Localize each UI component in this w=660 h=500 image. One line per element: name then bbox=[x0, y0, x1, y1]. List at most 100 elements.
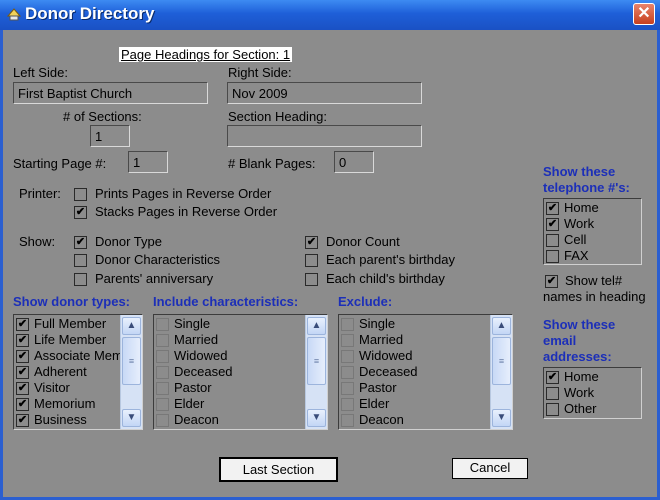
characteristic-item[interactable]: Widowed bbox=[154, 348, 305, 364]
exclude-item[interactable]: Single bbox=[339, 316, 490, 332]
item-checkbox[interactable] bbox=[156, 366, 169, 379]
characteristic-item[interactable]: Elder bbox=[154, 396, 305, 412]
donor-count-checkbox[interactable] bbox=[305, 236, 318, 249]
email-item[interactable]: Work bbox=[544, 385, 641, 401]
parents-anniversary-checkbox[interactable] bbox=[74, 273, 87, 286]
parent-birthday-checkbox[interactable] bbox=[305, 254, 318, 267]
left-side-field[interactable]: First Baptist Church bbox=[13, 82, 208, 104]
item-label: Home bbox=[564, 369, 599, 384]
item-label: Work bbox=[564, 385, 595, 400]
reverse-print-checkbox[interactable] bbox=[74, 188, 87, 201]
item-checkbox[interactable] bbox=[156, 318, 169, 331]
item-checkbox[interactable] bbox=[341, 398, 354, 411]
characteristic-item[interactable]: Married bbox=[154, 332, 305, 348]
item-checkbox[interactable] bbox=[546, 387, 559, 400]
donor-type-item[interactable]: Full Member bbox=[14, 316, 120, 332]
item-checkbox[interactable] bbox=[156, 350, 169, 363]
scroll-thumb[interactable]: ≡ bbox=[492, 337, 511, 385]
telephone-item[interactable]: Cell bbox=[544, 232, 641, 248]
characteristic-item[interactable]: Single bbox=[154, 316, 305, 332]
donor-type-checkbox[interactable] bbox=[74, 236, 87, 249]
exclude-list[interactable]: Single Married Widowed Deceased Pastor Elder D… bbox=[338, 314, 513, 430]
scroll-thumb[interactable]: ≡ bbox=[307, 337, 326, 385]
printer-label: Printer: bbox=[19, 186, 61, 201]
child-birthday-checkbox[interactable] bbox=[305, 273, 318, 286]
reverse-stack-checkbox[interactable] bbox=[74, 206, 87, 219]
item-checkbox[interactable] bbox=[341, 318, 354, 331]
email-item[interactable]: Other bbox=[544, 401, 641, 417]
blank-pages-field[interactable]: 0 bbox=[334, 151, 374, 173]
telephone-item[interactable]: Home bbox=[544, 200, 641, 216]
item-checkbox[interactable] bbox=[341, 382, 354, 395]
cancel-button[interactable]: Cancel bbox=[452, 458, 528, 479]
telephone-item[interactable]: Work bbox=[544, 216, 641, 232]
scroll-down-icon[interactable]: ▼ bbox=[492, 409, 511, 427]
exclude-item[interactable]: Deceased bbox=[339, 364, 490, 380]
scroll-up-icon[interactable]: ▲ bbox=[122, 317, 141, 335]
right-side-field[interactable]: Nov 2009 bbox=[227, 82, 422, 104]
last-section-button[interactable]: Last Section bbox=[219, 457, 338, 482]
donor-types-list[interactable]: Full MemberLife MemberAssociate MemberAd… bbox=[13, 314, 143, 430]
item-checkbox[interactable] bbox=[341, 366, 354, 379]
item-checkbox[interactable] bbox=[156, 382, 169, 395]
characteristic-item[interactable]: Deacon bbox=[154, 412, 305, 428]
donor-characteristics-checkbox[interactable] bbox=[74, 254, 87, 267]
characteristics-scrollbar[interactable]: ▲ ≡ ▼ bbox=[305, 315, 327, 429]
item-checkbox[interactable] bbox=[16, 366, 29, 379]
item-label: Deceased bbox=[174, 364, 233, 379]
donor-type-item[interactable]: Memorium bbox=[14, 396, 120, 412]
item-checkbox[interactable] bbox=[546, 234, 559, 247]
email-item[interactable]: Home bbox=[544, 369, 641, 385]
item-checkbox[interactable] bbox=[546, 371, 559, 384]
sections-field[interactable]: 1 bbox=[90, 125, 130, 147]
item-checkbox[interactable] bbox=[546, 218, 559, 231]
section-heading-field[interactable] bbox=[227, 125, 422, 147]
characteristic-item[interactable]: Pastor bbox=[154, 380, 305, 396]
exclude-item[interactable]: Elder bbox=[339, 396, 490, 412]
telephone-item[interactable]: FAX bbox=[544, 248, 641, 264]
item-checkbox[interactable] bbox=[16, 334, 29, 347]
item-checkbox[interactable] bbox=[16, 398, 29, 411]
show-label: Show: bbox=[19, 234, 56, 249]
telephone-heading-line1: Show these bbox=[543, 164, 616, 179]
item-checkbox[interactable] bbox=[546, 202, 559, 215]
item-checkbox[interactable] bbox=[341, 350, 354, 363]
item-checkbox[interactable] bbox=[546, 403, 559, 416]
app-icon bbox=[6, 8, 22, 21]
donor-type-item[interactable]: Visitor bbox=[14, 380, 120, 396]
title-bar[interactable]: Donor Directory ✕ bbox=[0, 0, 660, 30]
item-checkbox[interactable] bbox=[156, 334, 169, 347]
exclude-item[interactable]: Widowed bbox=[339, 348, 490, 364]
close-button[interactable]: ✕ bbox=[633, 3, 655, 25]
item-checkbox[interactable] bbox=[16, 318, 29, 331]
scroll-thumb[interactable]: ≡ bbox=[122, 337, 141, 385]
item-checkbox[interactable] bbox=[341, 334, 354, 347]
donor-type-item[interactable]: Business bbox=[14, 412, 120, 428]
characteristic-item[interactable]: Deceased bbox=[154, 364, 305, 380]
tel-names-checkbox[interactable] bbox=[545, 275, 558, 288]
item-checkbox[interactable] bbox=[341, 414, 354, 427]
donor-type-item[interactable]: Life Member bbox=[14, 332, 120, 348]
exclude-item[interactable]: Married bbox=[339, 332, 490, 348]
item-checkbox[interactable] bbox=[16, 414, 29, 427]
donor-type-item[interactable]: Associate Member bbox=[14, 348, 142, 364]
item-checkbox[interactable] bbox=[156, 398, 169, 411]
donor-type-item[interactable]: Adherent bbox=[14, 364, 120, 380]
item-checkbox[interactable] bbox=[16, 382, 29, 395]
item-checkbox[interactable] bbox=[156, 414, 169, 427]
item-label: Widowed bbox=[359, 348, 413, 363]
item-label: Single bbox=[174, 316, 211, 331]
exclude-scrollbar[interactable]: ▲ ≡ ▼ bbox=[490, 315, 512, 429]
scroll-down-icon[interactable]: ▼ bbox=[122, 409, 141, 427]
item-label: Widowed bbox=[174, 348, 228, 363]
starting-page-field[interactable]: 1 bbox=[128, 151, 168, 173]
item-checkbox[interactable] bbox=[546, 250, 559, 263]
donor-types-scrollbar[interactable]: ▲ ≡ ▼ bbox=[120, 315, 142, 429]
scroll-down-icon[interactable]: ▼ bbox=[307, 409, 326, 427]
item-checkbox[interactable] bbox=[16, 350, 29, 363]
scroll-up-icon[interactable]: ▲ bbox=[307, 317, 326, 335]
characteristics-list[interactable]: Single Married Widowed Deceased Pastor Elder D… bbox=[153, 314, 328, 430]
exclude-item[interactable]: Pastor bbox=[339, 380, 490, 396]
scroll-up-icon[interactable]: ▲ bbox=[492, 317, 511, 335]
exclude-item[interactable]: Deacon bbox=[339, 412, 490, 428]
